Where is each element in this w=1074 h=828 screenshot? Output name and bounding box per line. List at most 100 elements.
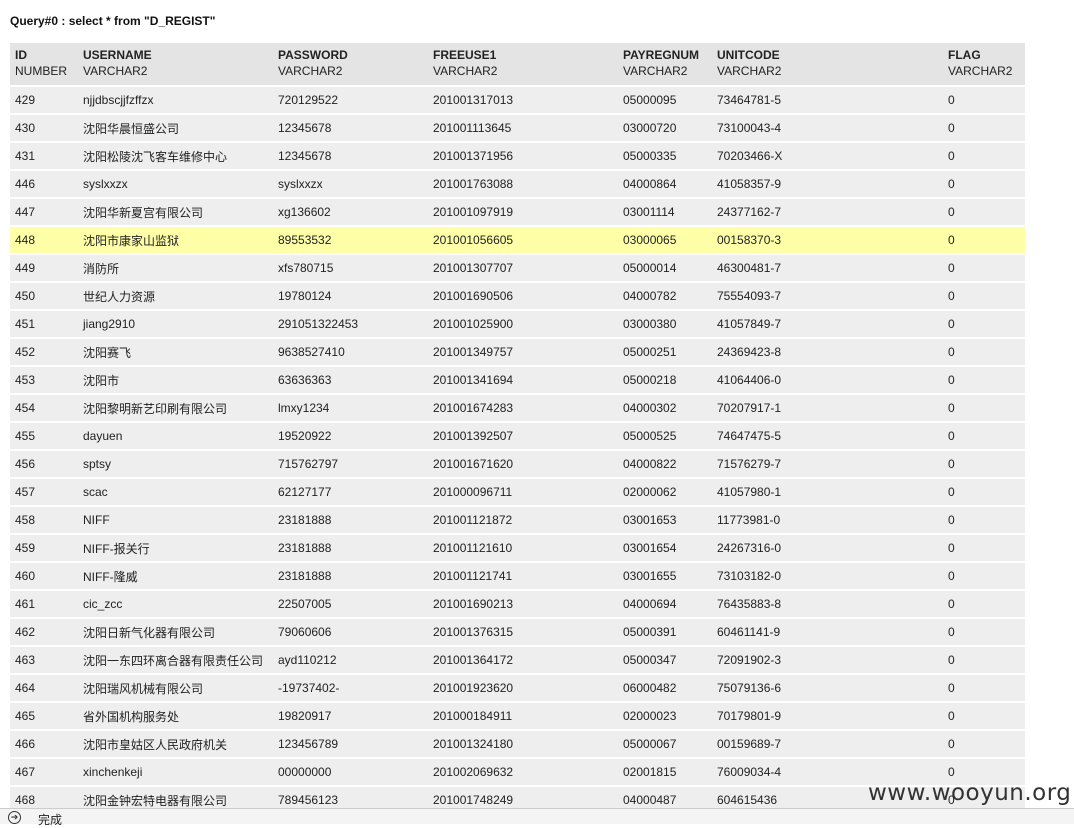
table-cell-username: scac <box>78 478 273 507</box>
table-cell-password: syslxxzx <box>273 170 428 199</box>
table-cell-unitcode: 60461141-9 <box>712 618 943 647</box>
table-cell-id: 462 <box>10 618 78 647</box>
table-cell-freeuse1: 201001371956 <box>428 142 618 171</box>
table-cell-unitcode: 74647475-5 <box>712 422 943 451</box>
table-cell-unitcode: 73100043-4 <box>712 114 943 143</box>
column-type: VARCHAR2 <box>278 64 343 78</box>
table-cell-freeuse1: 201000096711 <box>428 478 618 507</box>
table-row: 431 沈阳松陵沈飞客车维修中心 12345678 201001371956 05000… <box>10 142 1025 171</box>
table-cell-unitcode: 46300481-7 <box>712 254 943 283</box>
table-row: 466 沈阳市皇姑区人民政府机关 123456789 201001324180 0500… <box>10 730 1025 759</box>
table-cell-unitcode: 00159689-7 <box>712 730 943 759</box>
table-cell-flag: 0 <box>943 506 1025 535</box>
table-cell-username: 沈阳市皇姑区人民政府机关 <box>78 730 273 759</box>
table-cell-unitcode: 76435883-8 <box>712 590 943 619</box>
query-title: Query#0 : select * from "D_REGIST" <box>10 14 216 28</box>
table-cell-id: 452 <box>10 338 78 367</box>
table-cell-unitcode: 24267316-0 <box>712 534 943 563</box>
table-row: 429 njjdbscjjfzffzx 720129522 201001317013 0… <box>10 86 1025 115</box>
table-cell-id: 458 <box>10 506 78 535</box>
column-name: PAYREGNUM <box>623 48 700 62</box>
table-row: 449 消防所 xfs780715 201001307707 05000014 46300… <box>10 254 1025 283</box>
column-name: FLAG <box>948 48 981 62</box>
table-cell-payregnum: 05000391 <box>618 618 712 647</box>
table-row: 459 NIFF-报关行 23181888 201001121610 03001654 2… <box>10 534 1025 563</box>
table-cell-flag: 0 <box>943 730 1025 759</box>
table-cell-payregnum: 03000720 <box>618 114 712 143</box>
table-cell-username: cic_zcc <box>78 590 273 619</box>
watermark: www.wooyun.org <box>868 780 1072 806</box>
table-cell-id: 449 <box>10 254 78 283</box>
table-row: 448 沈阳市康家山监狱 89553532 201001056605 03000065 0… <box>10 226 1025 255</box>
table-cell-payregnum: 05000095 <box>618 86 712 115</box>
table-cell-password: 63636363 <box>273 366 428 395</box>
table-cell-username: 沈阳松陵沈飞客车维修中心 <box>78 142 273 171</box>
column-header-unitcode: UNITCODE VARCHAR2 <box>712 43 943 87</box>
table-row: 464 沈阳瑞风机械有限公司 -19737402- 201001923620 06000… <box>10 674 1025 703</box>
table-row: 465 省外国机构服务处 19820917 201000184911 02000023 7… <box>10 702 1025 731</box>
table-cell-freeuse1: 201001121872 <box>428 506 618 535</box>
table-cell-freeuse1: 201001097919 <box>428 198 618 227</box>
table-cell-username: NIFF-隆威 <box>78 562 273 591</box>
table-row: 446 syslxxzx syslxxzx 201001763088 04000864 4… <box>10 170 1025 199</box>
table-cell-username: njjdbscjjfzffzx <box>78 86 273 115</box>
column-name: USERNAME <box>83 48 152 62</box>
column-header-username: USERNAME VARCHAR2 <box>78 43 273 87</box>
table-cell-freeuse1: 201001317013 <box>428 86 618 115</box>
table-cell-freeuse1: 201001690506 <box>428 282 618 311</box>
table-cell-id: 454 <box>10 394 78 423</box>
table-cell-username: NIFF-报关行 <box>78 534 273 563</box>
table-cell-unitcode: 70207917-1 <box>712 394 943 423</box>
table-cell-payregnum: 03001114 <box>618 198 712 227</box>
table-cell-id: 450 <box>10 282 78 311</box>
table-row: 430 沈阳华晨恒盛公司 12345678 201001113645 03000720 7… <box>10 114 1025 143</box>
table-cell-password: 23181888 <box>273 506 428 535</box>
table-cell-unitcode: 24369423-8 <box>712 338 943 367</box>
table-cell-unitcode: 24377162-7 <box>712 198 943 227</box>
table-cell-flag: 0 <box>943 86 1025 115</box>
table-cell-unitcode: 00158370-3 <box>712 226 943 255</box>
table-cell-freeuse1: 201001324180 <box>428 730 618 759</box>
table-cell-password: xg136602 <box>273 198 428 227</box>
table-cell-username: 沈阳华晨恒盛公司 <box>78 114 273 143</box>
table-cell-unitcode: 41058357-9 <box>712 170 943 199</box>
table-cell-password: 19820917 <box>273 702 428 731</box>
table-cell-password: 00000000 <box>273 758 428 787</box>
table-cell-id: 463 <box>10 646 78 675</box>
table-cell-flag: 0 <box>943 282 1025 311</box>
table-cell-id: 460 <box>10 562 78 591</box>
table-cell-id: 466 <box>10 730 78 759</box>
table-cell-payregnum: 04000822 <box>618 450 712 479</box>
table-cell-id: 455 <box>10 422 78 451</box>
table-cell-id: 465 <box>10 702 78 731</box>
table-cell-username: 省外国机构服务处 <box>78 702 273 731</box>
table-cell-flag: 0 <box>943 338 1025 367</box>
table-cell-id: 453 <box>10 366 78 395</box>
table-cell-password: 19520922 <box>273 422 428 451</box>
table-cell-flag: 0 <box>943 366 1025 395</box>
table-header-row: ID NUMBER USERNAME VARCHAR2 PASSWORD VARCHAR2… <box>10 43 1025 87</box>
table-cell-freeuse1: 201001376315 <box>428 618 618 647</box>
table-cell-unitcode: 70179801-9 <box>712 702 943 731</box>
table-row: 450 世纪人力资源 19780124 201001690506 04000782 755… <box>10 282 1025 311</box>
table-row: 463 沈阳一东四环离合器有限责任公司 ayd110212 201001364172 0… <box>10 646 1025 675</box>
table-row: 458 NIFF 23181888 201001121872 03001653 11773… <box>10 506 1025 535</box>
table-cell-username: jiang2910 <box>78 310 273 339</box>
column-header-password: PASSWORD VARCHAR2 <box>273 43 428 87</box>
table-row: 457 scac 62127177 201000096711 02000062 41057… <box>10 478 1025 507</box>
table-row: 456 sptsy 715762797 201001671620 04000822 715… <box>10 450 1025 479</box>
table-cell-payregnum: 03000380 <box>618 310 712 339</box>
table-cell-freeuse1: 201001690213 <box>428 590 618 619</box>
table-cell-password: 9638527410 <box>273 338 428 367</box>
table-cell-password: 12345678 <box>273 142 428 171</box>
column-type: VARCHAR2 <box>83 64 148 78</box>
table-cell-id: 461 <box>10 590 78 619</box>
table-cell-username: 世纪人力资源 <box>78 282 273 311</box>
table-cell-id: 451 <box>10 310 78 339</box>
table-cell-unitcode: 73464781-5 <box>712 86 943 115</box>
table-cell-flag: 0 <box>943 702 1025 731</box>
table-cell-unitcode: 71576279-7 <box>712 450 943 479</box>
table-cell-payregnum: 05000218 <box>618 366 712 395</box>
table-cell-flag: 0 <box>943 618 1025 647</box>
table-cell-payregnum: 03001653 <box>618 506 712 535</box>
